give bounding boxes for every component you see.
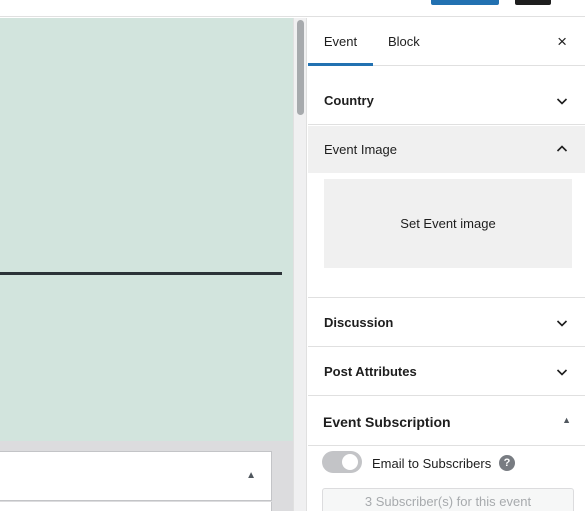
panel-event-subscription[interactable]: Event Subscription ▲ [308, 396, 585, 446]
tab-event[interactable]: Event [308, 18, 373, 66]
email-subscribers-label: Email to Subscribers [372, 456, 492, 471]
email-subscribers-toggle[interactable] [322, 451, 362, 473]
panel-event-image-body: Set Event image [308, 173, 585, 298]
canvas-scrollbar[interactable] [293, 18, 307, 511]
help-icon[interactable]: ? [499, 455, 515, 471]
panel-country[interactable]: Country [308, 76, 585, 125]
chevron-down-icon[interactable] [555, 365, 569, 379]
panel-discussion[interactable]: Discussion [308, 298, 585, 347]
triangle-up-icon[interactable]: ▲ [562, 415, 571, 425]
publish-button[interactable] [431, 0, 499, 5]
tab-block[interactable]: Block [388, 18, 420, 66]
triangle-up-icon[interactable]: ▲ [246, 470, 256, 481]
block-panel-body [0, 502, 272, 511]
panel-post-attributes[interactable]: Post Attributes [308, 347, 585, 396]
chevron-down-icon[interactable] [555, 94, 569, 108]
sidebar-tabs: Event Block × [308, 18, 585, 66]
editor-canvas[interactable]: ▲ [0, 18, 293, 511]
block-panel-area: ▲ [0, 441, 293, 511]
panel-country-label: Country [324, 93, 374, 108]
subscriber-count-button[interactable]: 3 Subscriber(s) for this event [322, 488, 574, 511]
top-toolbar [0, 0, 585, 17]
chevron-up-icon[interactable] [555, 142, 569, 156]
panel-event-image-label: Event Image [324, 142, 397, 157]
scrollbar-thumb[interactable] [297, 20, 304, 115]
close-icon[interactable]: × [557, 32, 567, 52]
toggle-knob [342, 454, 358, 470]
editor-window: ▲ Event Block × Country Event Image Set … [0, 0, 585, 511]
settings-sidebar: Event Block × Country Event Image Set Ev… [308, 18, 585, 511]
separator-block[interactable] [0, 272, 282, 275]
set-event-image-button[interactable]: Set Event image [324, 179, 572, 268]
panel-event-subscription-label: Event Subscription [323, 414, 451, 430]
panel-post-attributes-label: Post Attributes [324, 364, 417, 379]
panel-event-image[interactable]: Event Image [308, 126, 585, 173]
collapsed-block-panel[interactable]: ▲ [0, 451, 272, 501]
panel-discussion-label: Discussion [324, 315, 394, 330]
settings-toggle-button[interactable] [515, 0, 551, 5]
chevron-down-icon[interactable] [555, 316, 569, 330]
